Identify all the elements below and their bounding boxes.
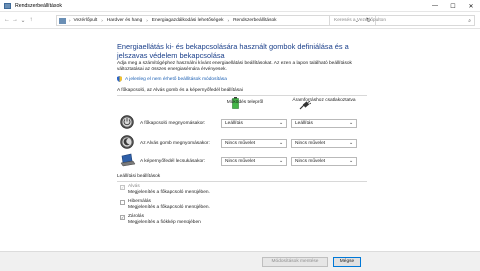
breadcrumb[interactable]: › Vezérlőpult › Hardver és hang › Energi… <box>56 15 376 26</box>
back-arrow-icon[interactable]: ← <box>3 15 11 25</box>
power-button-plugged-select[interactable]: Leállítás ⌄ <box>291 119 357 128</box>
title-bar: Rendszerbeállítások — ☐ ✕ <box>0 0 480 12</box>
hibernate-option-desc: Megjelenítés a főkapcsoló menüjében. <box>128 204 210 210</box>
minimize-button[interactable]: — <box>426 0 444 12</box>
address-bar: ← → ⌄ ↑ › Vezérlőpult › Hardver és hang … <box>0 12 480 29</box>
chevron-right-icon[interactable]: › <box>146 18 148 23</box>
search-input[interactable]: Keresés a Vezérlőpulton ⌕ <box>329 15 475 26</box>
cancel-button[interactable]: Mégse <box>333 257 361 267</box>
sleep-button-icon <box>120 135 134 149</box>
breadcrumb-item[interactable]: Energiagazdálkodási lehetőségek <box>152 18 224 23</box>
footer: Módosítások mentése Mégse <box>0 251 480 271</box>
recent-locations-icon[interactable]: ⌄ <box>19 15 27 25</box>
laptop-lid-icon <box>120 153 136 167</box>
hibernate-option: Hibernálás Megjelenítés a főkapcsoló men… <box>120 199 210 210</box>
intro-text: Adja meg a számítógéphez használni kíván… <box>117 61 352 73</box>
lid-close-plugged-select[interactable]: Nincs művelet ⌄ <box>291 157 357 166</box>
sleep-button-label: Az Alvás gomb megnyomásakor: <box>140 141 210 146</box>
plugged-column-header: Áramforráshoz csatlakoztatva <box>292 98 356 103</box>
lid-close-label: A képernyőfedél lecsukásakor: <box>140 159 206 164</box>
change-settings-link-label[interactable]: A jelenleg el nem érhető beállítások mód… <box>125 77 227 82</box>
chevron-right-icon[interactable]: › <box>101 18 103 23</box>
buttons-section-title: A főkapcsoló, az Alvás gomb és a képerny… <box>117 88 243 93</box>
forward-arrow-icon[interactable]: → <box>11 15 19 25</box>
power-button-label: A főkapcsoló megnyomásakor: <box>140 121 206 126</box>
select-value: Leállítás <box>225 121 243 126</box>
control-panel-icon <box>4 2 11 9</box>
sleep-button-plugged-select[interactable]: Nincs művelet ⌄ <box>291 139 357 148</box>
shutdown-section-title: Leállítási beállítások <box>117 174 161 179</box>
breadcrumb-item[interactable]: Hardver és hang <box>107 18 142 23</box>
change-settings-link[interactable]: A jelenleg el nem érhető beállítások mód… <box>117 76 227 82</box>
chevron-down-icon: ⌄ <box>348 159 353 164</box>
breadcrumb-item[interactable]: Rendszerbeállítások <box>233 18 276 23</box>
hibernate-checkbox[interactable] <box>120 200 125 205</box>
lock-option: ✓ Zárolás Megjelenítés a fiókkép menüjéb… <box>120 214 201 225</box>
divider <box>117 95 367 96</box>
divider <box>117 181 367 182</box>
lock-checkbox[interactable]: ✓ <box>120 215 125 220</box>
chevron-down-icon: ⌄ <box>278 141 283 146</box>
close-button[interactable]: ✕ <box>462 0 480 12</box>
breadcrumb-item[interactable]: Vezérlőpult <box>74 18 98 23</box>
power-button-battery-select[interactable]: Leállítás ⌄ <box>221 119 287 128</box>
chevron-down-icon: ⌄ <box>348 141 353 146</box>
sleep-option-desc: Megjelenítés a főkapcsoló menüjében. <box>128 189 210 195</box>
chevron-right-icon[interactable]: › <box>228 18 230 23</box>
up-arrow-icon[interactable]: ↑ <box>27 15 35 25</box>
save-changes-button[interactable]: Módosítások mentése <box>262 257 328 267</box>
window-controls: — ☐ ✕ <box>426 0 480 12</box>
battery-column-header: Működés telepről <box>226 100 264 105</box>
sleep-button-battery-select[interactable]: Nincs művelet ⌄ <box>221 139 287 148</box>
select-value: Nincs művelet <box>225 141 256 146</box>
search-placeholder: Keresés a Vezérlőpulton <box>334 18 386 23</box>
chevron-right-icon[interactable]: › <box>69 18 71 23</box>
page-title: Energiaellátás ki- és bekapcsolására has… <box>117 42 349 60</box>
uac-shield-icon <box>117 76 122 82</box>
search-icon[interactable]: ⌕ <box>468 18 471 24</box>
sleep-option: ✓ Alvás Megjelenítés a főkapcsoló menüjé… <box>120 184 210 195</box>
power-button-icon <box>120 115 134 129</box>
select-value: Nincs művelet <box>295 159 326 164</box>
window-title: Rendszerbeállítások <box>15 2 63 9</box>
select-value: Nincs művelet <box>295 141 326 146</box>
chevron-down-icon: ⌄ <box>278 159 283 164</box>
lid-close-battery-select[interactable]: Nincs művelet ⌄ <box>221 157 287 166</box>
maximize-button[interactable]: ☐ <box>444 0 462 12</box>
chevron-down-icon: ⌄ <box>278 121 283 126</box>
chevron-down-icon: ⌄ <box>348 121 353 126</box>
select-value: Nincs művelet <box>225 159 256 164</box>
lock-option-desc: Megjelenítés a fiókkép menüjében <box>128 219 201 225</box>
main-content: Energiaellátás ki- és bekapcsolására has… <box>0 29 480 251</box>
control-panel-icon <box>59 17 66 24</box>
select-value: Leállítás <box>295 121 313 126</box>
sleep-checkbox[interactable]: ✓ <box>120 185 125 190</box>
